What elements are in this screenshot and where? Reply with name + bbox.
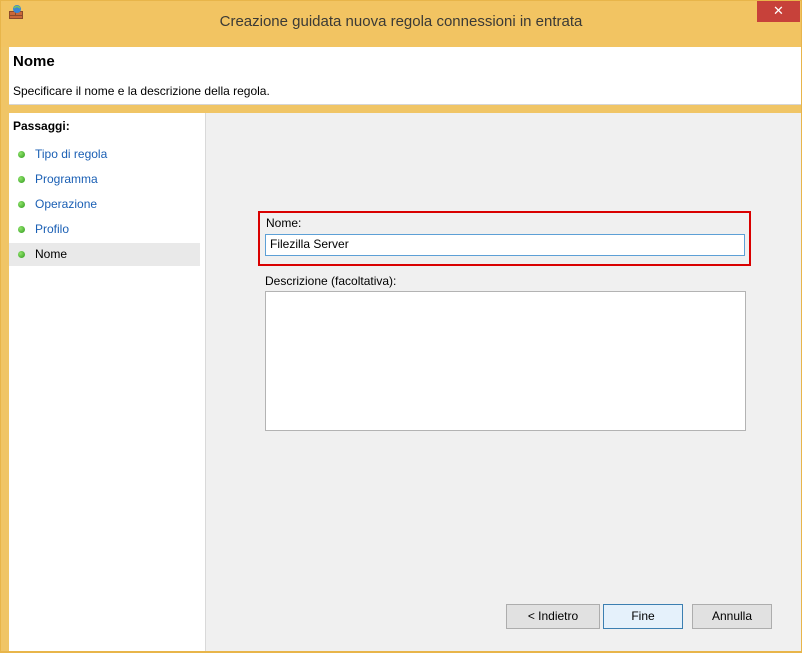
name-input[interactable]: Filezilla Server [265,234,745,256]
green-dot-icon [18,176,25,183]
close-button[interactable]: ✕ [757,1,800,22]
page-header: Nome Specificare il nome e la descrizion… [9,47,801,105]
title-bar: Creazione guidata nuova regola connessio… [1,1,801,47]
page-title: Nome [13,53,55,70]
green-dot-icon [18,201,25,208]
content-panel: Nome: Filezilla Server Descrizione (faco… [206,113,801,652]
step-item-tipo-di-regola[interactable]: Tipo di regola [9,143,200,166]
step-item-nome[interactable]: Nome [9,243,200,266]
green-dot-icon [18,251,25,258]
step-label: Nome [35,247,68,261]
wizard-window: Creazione guidata nuova regola connessio… [0,0,802,653]
step-label: Operazione [35,197,98,211]
page-subtitle: Specificare il nome e la descrizione del… [13,84,270,98]
step-item-profilo[interactable]: Profilo [9,218,200,241]
description-textarea[interactable] [265,291,746,431]
step-label: Tipo di regola [35,147,108,161]
green-dot-icon [18,226,25,233]
step-label: Profilo [35,222,70,236]
steps-title: Passaggi: [13,119,70,133]
step-item-operazione[interactable]: Operazione [9,193,200,216]
window-title: Creazione guidata nuova regola connessio… [219,13,583,30]
cancel-button[interactable]: Annulla [692,604,772,629]
name-label: Nome: [266,216,302,230]
step-item-programma[interactable]: Programma [9,168,200,191]
finish-button[interactable]: Fine [603,604,683,629]
back-button[interactable]: < Indietro [506,604,600,629]
green-dot-icon [18,151,25,158]
description-label: Descrizione (facoltativa): [265,274,397,288]
steps-panel: Passaggi: Tipo di regola Programma Opera… [9,113,206,652]
step-label: Programma [35,172,98,186]
